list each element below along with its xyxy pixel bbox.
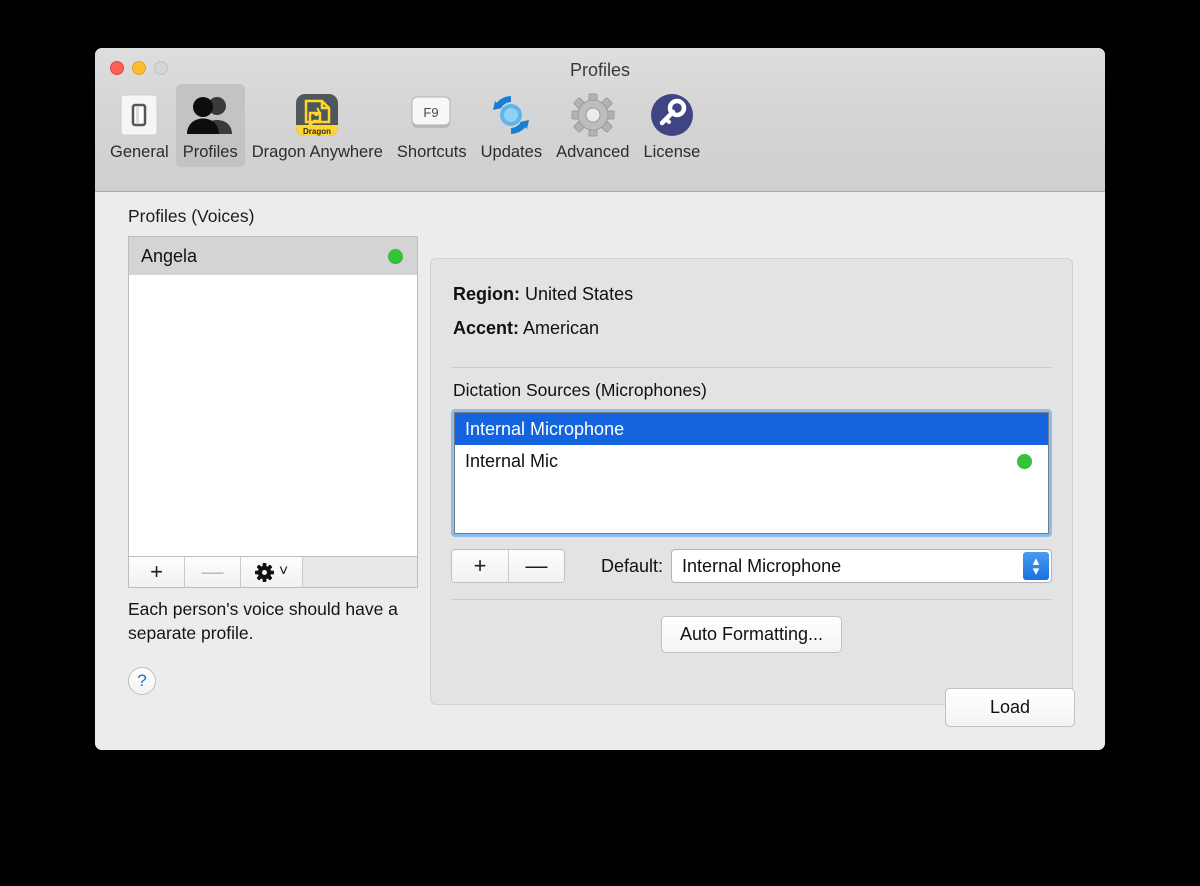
add-microphone-button[interactable]: + bbox=[452, 550, 508, 583]
refresh-circle-icon bbox=[485, 90, 537, 140]
default-microphone-select[interactable]: Internal Microphone ▴ ▾ bbox=[671, 549, 1052, 584]
f9-key-icon: F9 bbox=[406, 90, 458, 140]
default-microphone-label: Default: bbox=[601, 555, 664, 576]
toolbar-filler bbox=[303, 557, 417, 587]
preferences-toolbar: General Profiles Dragon Dragon Anywhere … bbox=[103, 84, 707, 167]
profile-info-block: Region: United States Accent: American bbox=[431, 259, 1072, 345]
toolbar-item-advanced-label: Advanced bbox=[556, 143, 630, 161]
region-label: Region: bbox=[453, 284, 520, 304]
key-icon bbox=[646, 90, 698, 140]
microphone-name: Internal Mic bbox=[465, 450, 559, 471]
chevron-down-glyph: ▾ bbox=[1032, 563, 1040, 579]
profiles-column: Profiles (Voices) Angela + — ˅ Each pers… bbox=[128, 206, 418, 696]
preferences-window: Profiles General Profiles Dragon Dragon … bbox=[95, 48, 1105, 750]
list-item[interactable]: Internal Microphone bbox=[455, 413, 1048, 446]
toolbar-item-dragon-anywhere-label: Dragon Anywhere bbox=[251, 143, 383, 161]
profiles-list-toolbar: + — ˅ bbox=[128, 556, 418, 588]
question-mark-icon: ? bbox=[137, 671, 147, 691]
toolbar-item-shortcuts[interactable]: F9 Shortcuts bbox=[390, 84, 474, 167]
toolbar-item-updates[interactable]: Updates bbox=[474, 84, 549, 167]
toolbar-item-dragon-anywhere[interactable]: Dragon Dragon Anywhere bbox=[245, 84, 390, 167]
microphone-list-focus-ring: Internal Microphone Internal Mic bbox=[451, 409, 1052, 538]
toolbar-item-updates-label: Updates bbox=[480, 143, 543, 161]
toolbar-item-advanced[interactable]: Advanced bbox=[549, 84, 636, 167]
add-profile-button[interactable]: + bbox=[129, 557, 185, 587]
window-title: Profiles bbox=[569, 60, 631, 80]
accent-line: Accent: American bbox=[453, 311, 1072, 345]
region-line: Region: United States bbox=[453, 277, 1072, 311]
toolbar-item-shortcuts-label: Shortcuts bbox=[396, 143, 467, 161]
window-titlebar: Profiles General Profiles Dragon Dragon … bbox=[95, 48, 1105, 192]
profiles-list[interactable]: Angela bbox=[128, 236, 418, 556]
toolbar-item-general-label: General bbox=[110, 143, 169, 161]
accent-value: American bbox=[523, 318, 600, 339]
dragon-app-icon: Dragon bbox=[291, 90, 343, 140]
svg-text:Dragon: Dragon bbox=[303, 127, 331, 136]
microphone-controls-row: + — Default: Internal Microphone ▴ ▾ bbox=[451, 549, 1052, 584]
help-button[interactable]: ? bbox=[128, 667, 156, 696]
profile-details-panel: Region: United States Accent: American D… bbox=[430, 258, 1073, 705]
gear-icon bbox=[567, 90, 619, 140]
auto-formatting-button[interactable]: Auto Formatting... bbox=[660, 616, 843, 654]
toolbar-item-license[interactable]: License bbox=[636, 84, 707, 167]
auto-formatting-row: Auto Formatting... bbox=[431, 616, 1072, 654]
toolbar-item-profiles-label: Profiles bbox=[182, 143, 238, 161]
panel-divider-bottom bbox=[451, 599, 1052, 601]
svg-text:F9: F9 bbox=[423, 105, 438, 120]
accent-label: Accent: bbox=[453, 318, 520, 339]
load-button[interactable]: Load bbox=[945, 688, 1075, 727]
dictation-sources-heading: Dictation Sources (Microphones) bbox=[453, 380, 707, 401]
region-value: United States bbox=[525, 284, 634, 304]
status-dot bbox=[388, 248, 403, 264]
microphone-list[interactable]: Internal Microphone Internal Mic bbox=[454, 412, 1049, 535]
chevron-down-icon: ˅ bbox=[278, 563, 289, 580]
two-people-icon bbox=[184, 90, 236, 140]
microphone-add-remove-group: + — bbox=[451, 549, 565, 584]
list-item[interactable]: Internal Mic bbox=[455, 445, 1048, 477]
profile-actions-menu-button[interactable]: ˅ bbox=[241, 557, 303, 587]
toolbar-item-license-label: License bbox=[643, 143, 701, 161]
preferences-content: Profiles (Voices) Angela + — ˅ Each pers… bbox=[95, 193, 1105, 750]
list-item[interactable]: Angela bbox=[129, 237, 417, 275]
chevron-up-down-icon[interactable]: ▴ ▾ bbox=[1023, 552, 1049, 581]
light-switch-icon bbox=[113, 90, 165, 140]
remove-profile-button[interactable]: — bbox=[185, 557, 241, 587]
profiles-help-note: Each person's voice should have a separa… bbox=[128, 599, 398, 643]
toolbar-item-general[interactable]: General bbox=[103, 84, 176, 167]
profile-name: Angela bbox=[141, 245, 198, 266]
microphone-name: Internal Microphone bbox=[465, 418, 625, 439]
profiles-heading: Profiles (Voices) bbox=[128, 206, 255, 226]
remove-microphone-button[interactable]: — bbox=[508, 550, 564, 583]
gear-icon bbox=[254, 562, 274, 582]
status-dot bbox=[1017, 453, 1032, 469]
default-microphone-value: Internal Microphone bbox=[682, 555, 842, 576]
toolbar-item-profiles[interactable]: Profiles bbox=[175, 84, 245, 167]
panel-divider-top bbox=[451, 367, 1052, 369]
